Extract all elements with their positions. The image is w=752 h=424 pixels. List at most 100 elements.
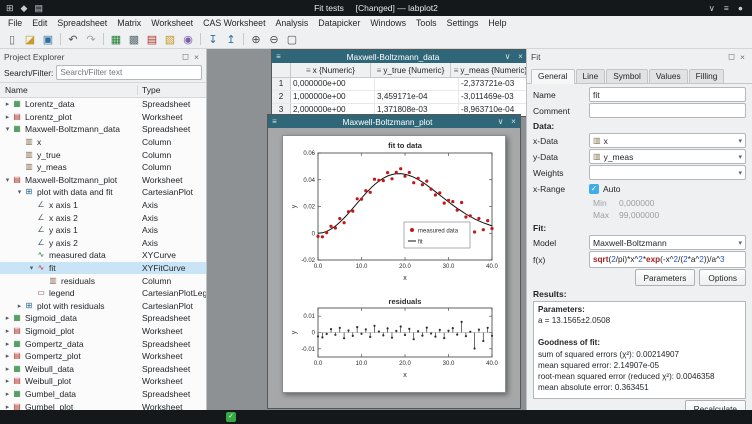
collapse-arrow-icon[interactable]: ▾ <box>27 264 36 272</box>
tab-values[interactable]: Values <box>649 69 688 83</box>
tree-item-x-axis-1[interactable]: ∠x axis 1Axis <box>0 199 206 212</box>
model-select[interactable]: Maxwell-Boltzmann ▾ <box>589 235 746 250</box>
worksheet-window[interactable]: ≡ Maxwell-Boltzmann_plot ∨ × 0.010.020.0… <box>267 114 521 409</box>
menu-edit[interactable]: Edit <box>27 18 52 28</box>
parameters-button[interactable]: Parameters <box>635 269 696 286</box>
toolbar-redo-button[interactable]: ↷ <box>82 31 100 47</box>
tree-item-legend[interactable]: ▭legendCartesianPlotLegend <box>0 287 206 300</box>
tree-item-gompertz-data[interactable]: ▸▦Gompertz_dataSpreadsheet <box>0 337 206 350</box>
tree-item-maxwell-boltzmann-data[interactable]: ▾▦Maxwell-Boltzmann_dataSpreadsheet <box>0 123 206 136</box>
spreadsheet-corner-cell[interactable] <box>272 63 291 77</box>
chevron-down-icon[interactable]: ∨ <box>709 3 715 14</box>
toolbar-new-datapicker-button[interactable]: ◉ <box>179 31 197 47</box>
toolbar-fit-page-button[interactable]: ▢ <box>283 31 301 47</box>
tree-item-fit[interactable]: ▾∿fitXYFitCurve <box>0 262 206 275</box>
weights-select[interactable]: ▾ <box>589 165 746 180</box>
name-input[interactable]: fit <box>589 87 746 102</box>
toolbar-zoom-out-button[interactable]: ⊖ <box>265 31 283 47</box>
float-dock-icon[interactable]: ◻ <box>726 51 737 62</box>
toolbar-new-spreadsheet-button[interactable]: ▦ <box>107 31 125 47</box>
menu-file[interactable]: File <box>3 18 27 28</box>
toolbar-new-notes-button[interactable]: ▧ <box>161 31 179 47</box>
spreadsheet-cell[interactable]: 1,000000e+00 <box>291 91 375 103</box>
close-window-icon[interactable]: × <box>514 52 526 61</box>
column-header-y-meas-numeric[interactable]: ≡y_meas {Numeric} <box>451 63 526 77</box>
row-number[interactable]: 1 <box>272 78 291 90</box>
app-launcher-icon[interactable]: ⊞ <box>6 3 14 14</box>
menu-datapicker[interactable]: Datapicker <box>313 18 365 28</box>
shade-window-icon[interactable]: ∨ <box>494 117 507 126</box>
toolbar-open-project-button[interactable]: ◪ <box>21 31 39 47</box>
expand-arrow-icon[interactable]: ▸ <box>3 365 12 373</box>
spreadsheet-cell[interactable]: -3,011469e-03 <box>459 91 526 103</box>
status-dot-icon[interactable]: ● <box>738 3 743 14</box>
tray-notification-icon[interactable]: ✓ <box>226 412 236 422</box>
tree-item-plot-with-residuals[interactable]: ▸⊞plot with residualsCartesianPlot <box>0 300 206 313</box>
options-button[interactable]: Options <box>699 269 746 286</box>
tree-item-plot-with-data-and-fit[interactable]: ▾⊞plot with data and fitCartesianPlot <box>0 186 206 199</box>
tree-item-sigmoid-data[interactable]: ▸▦Sigmoid_dataSpreadsheet <box>0 312 206 325</box>
tree-item-residuals[interactable]: ▥residualsColumn <box>0 274 206 287</box>
tree-item-measured-data[interactable]: ∿measured dataXYCurve <box>0 249 206 262</box>
tree-item-x[interactable]: ▥xColumn <box>0 136 206 149</box>
menu-matrix[interactable]: Matrix <box>112 18 146 28</box>
column-header-x-numeric[interactable]: ≡x {Numeric} <box>291 63 371 77</box>
tree-item-weibull-plot[interactable]: ▸▤Weibull_plotWorksheet <box>0 375 206 388</box>
toolbar-save-button[interactable]: ▣ <box>39 31 57 47</box>
search-input[interactable] <box>56 65 202 80</box>
collapse-arrow-icon[interactable]: ▾ <box>15 188 24 196</box>
expand-arrow-icon[interactable]: ▸ <box>3 352 12 360</box>
menu-spreadsheet[interactable]: Spreadsheet <box>52 18 112 28</box>
toolbar-new-matrix-button[interactable]: ▩ <box>125 31 143 47</box>
type-column-header[interactable]: Type <box>138 85 206 95</box>
tree-item-lorentz-plot[interactable]: ▸▤Lorentz_plotWorksheet <box>0 111 206 124</box>
comment-input[interactable] <box>589 103 746 118</box>
tree-item-sigmoid-plot[interactable]: ▸▤Sigmoid_plotWorksheet <box>0 325 206 338</box>
files-icon[interactable]: ▤ <box>34 3 43 14</box>
spreadsheet-cell[interactable]: 3,459171e-04 <box>375 91 459 103</box>
menu-help[interactable]: Help <box>483 18 511 28</box>
expand-arrow-icon[interactable]: ▸ <box>3 340 12 348</box>
expand-arrow-icon[interactable]: ▸ <box>3 100 12 108</box>
y-data-select[interactable]: ▥ y_meas ▾ <box>589 149 746 164</box>
tab-general[interactable]: General <box>531 69 575 84</box>
auto-range-checkbox[interactable]: ✓ <box>589 184 599 194</box>
toolbar-import-button[interactable]: ↧ <box>204 31 222 47</box>
tree-column-headers[interactable]: Name Type <box>0 82 206 98</box>
close-dock-icon[interactable]: × <box>191 52 202 62</box>
window-menu-icon[interactable]: ≡ <box>272 52 285 61</box>
column-header-y-true-numeric[interactable]: ≡y_true {Numeric} <box>371 63 451 77</box>
name-column-header[interactable]: Name <box>0 85 138 95</box>
spreadsheet-window[interactable]: ≡ Maxwell-Boltzmann_data ∨ × ≡x {Numeric… <box>271 49 526 117</box>
spreadsheet-cell[interactable] <box>375 78 459 90</box>
collapse-arrow-icon[interactable]: ▾ <box>3 176 12 184</box>
spreadsheet-cell[interactable]: 0,000000e+00 <box>291 78 375 90</box>
tab-line[interactable]: Line <box>576 69 606 83</box>
tree-item-y-axis-1[interactable]: ∠y axis 1Axis <box>0 224 206 237</box>
tab-symbol[interactable]: Symbol <box>606 69 648 83</box>
tree-item-gompertz-plot[interactable]: ▸▤Gompertz_plotWorksheet <box>0 350 206 363</box>
fit-plot[interactable]: 0.010.020.030.040.0-0.0200.020.040.06fit… <box>288 140 500 292</box>
menu-worksheet[interactable]: Worksheet <box>146 18 198 28</box>
shade-window-icon[interactable]: ∨ <box>501 52 514 61</box>
expand-arrow-icon[interactable]: ▸ <box>3 314 12 322</box>
residuals-plot[interactable]: 0.010.020.030.040.0-0.0100.01residualsxy <box>288 297 500 381</box>
spreadsheet-cell[interactable]: -2,373721e-03 <box>459 78 526 90</box>
tree-item-lorentz-data[interactable]: ▸▦Lorentz_dataSpreadsheet <box>0 98 206 111</box>
desktop-pager-icon[interactable]: ◆ <box>21 3 28 14</box>
toolbar-new-worksheet-button[interactable]: ▤ <box>143 31 161 47</box>
expand-arrow-icon[interactable]: ▸ <box>15 302 24 310</box>
tab-filling[interactable]: Filling <box>689 69 725 83</box>
toolbar-undo-button[interactable]: ↶ <box>64 31 82 47</box>
collapse-arrow-icon[interactable]: ▾ <box>3 125 12 133</box>
expand-arrow-icon[interactable]: ▸ <box>3 390 12 398</box>
tree-item-y-meas[interactable]: ▥y_measColumn <box>0 161 206 174</box>
close-window-icon[interactable]: × <box>507 117 520 126</box>
tree-item-y-true[interactable]: ▥y_trueColumn <box>0 148 206 161</box>
row-number[interactable]: 2 <box>272 91 291 103</box>
menu-windows[interactable]: Windows <box>365 18 411 28</box>
tree-item-weibull-data[interactable]: ▸▦Weibull_dataSpreadsheet <box>0 362 206 375</box>
close-dock-icon[interactable]: × <box>737 52 748 62</box>
tree-item-y-axis-2[interactable]: ∠y axis 2Axis <box>0 237 206 250</box>
x-data-select[interactable]: ▥ x ▾ <box>589 133 746 148</box>
